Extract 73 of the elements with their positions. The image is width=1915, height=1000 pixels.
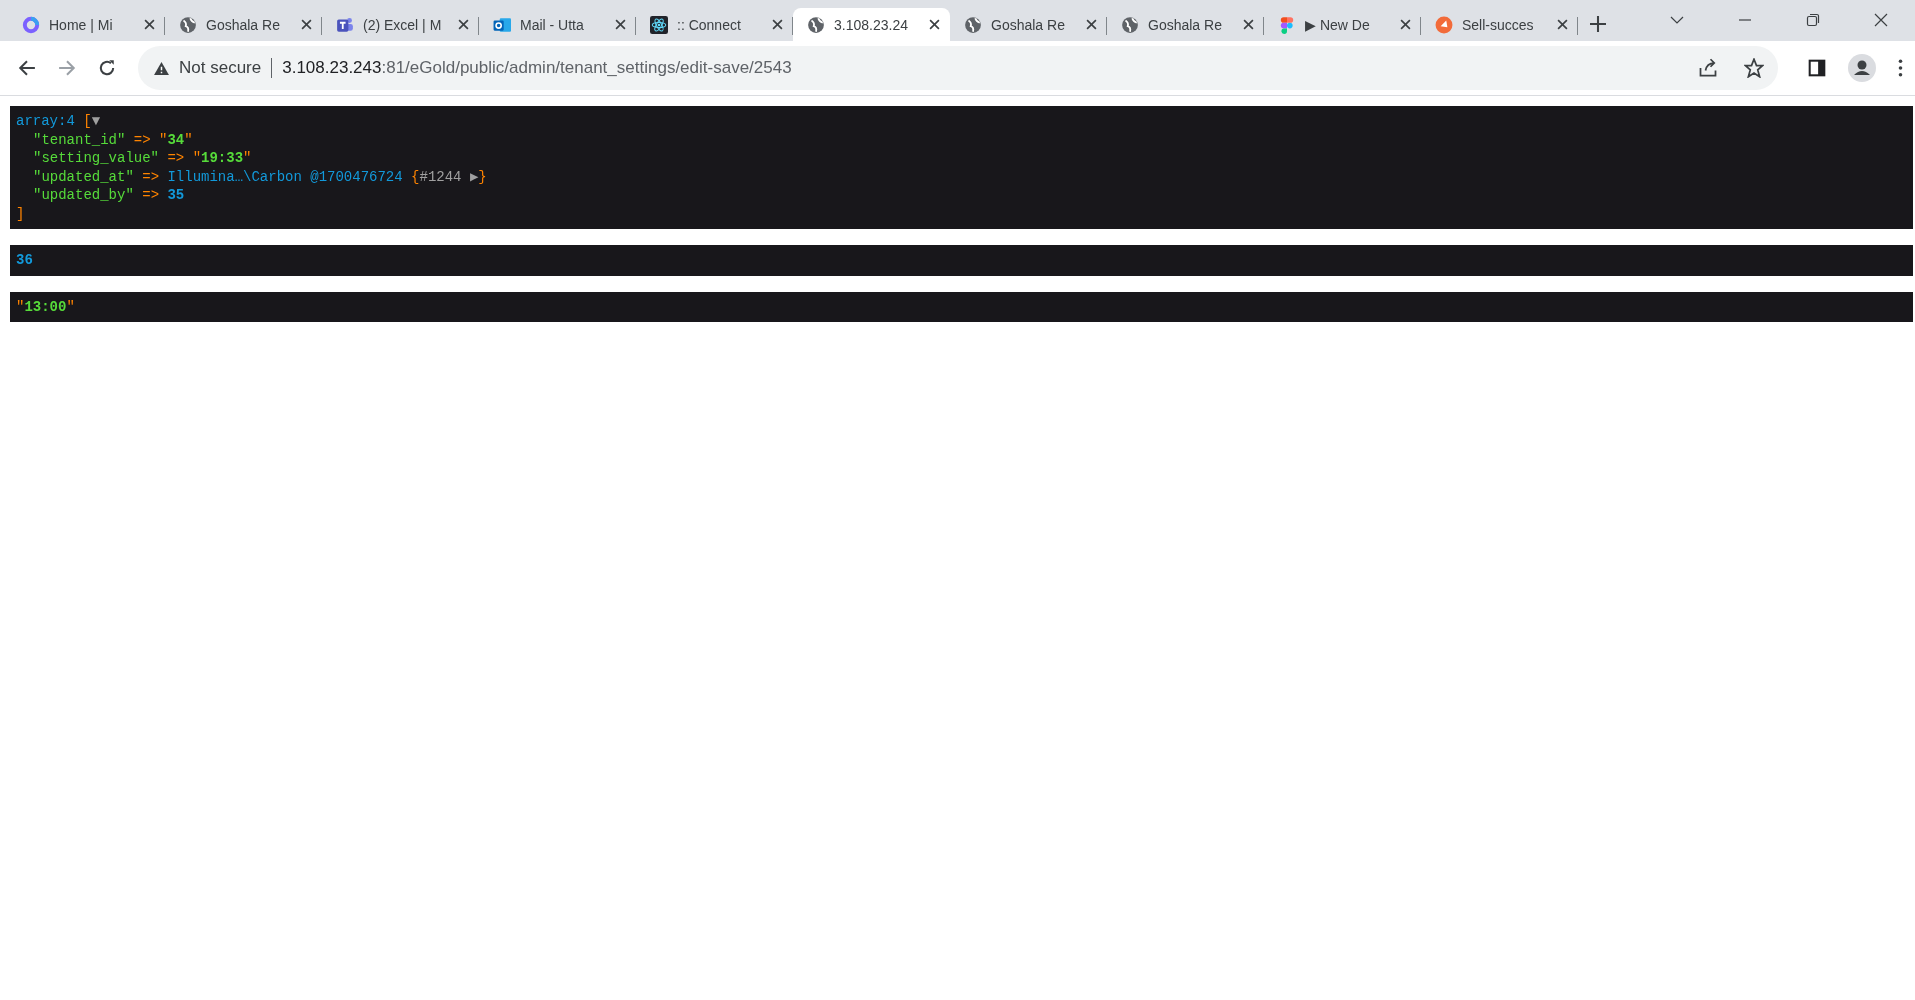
array-key: "setting_value" (33, 149, 160, 168)
toggle-arrow[interactable]: ▶ (469, 167, 479, 186)
people-icon (336, 15, 354, 34)
bracket: " (243, 149, 252, 168)
browser-tab[interactable]: 3.108.23.24 (793, 8, 950, 41)
close-icon[interactable] (458, 19, 469, 30)
restore-icon[interactable] (1806, 13, 1820, 27)
bracket: { (411, 167, 420, 186)
number-value: 35 (167, 186, 185, 205)
close-icon[interactable] (301, 19, 312, 30)
browser-tab[interactable]: :: Connect (636, 8, 793, 41)
atom-icon (650, 15, 668, 34)
type-label: array:4 (16, 112, 76, 131)
browser-tab[interactable]: (2) Excel | M (322, 8, 479, 41)
browser-tab[interactable]: Mail - Utta (479, 8, 636, 41)
circle-icon (1435, 15, 1453, 34)
mail-icon (493, 15, 511, 34)
arrow-operator: => (141, 186, 161, 205)
bracket: [ (83, 112, 92, 131)
close-icon[interactable] (615, 19, 626, 30)
string-value: 34 (167, 130, 185, 149)
browser-tab[interactable]: Goshala Re (950, 8, 1107, 41)
back-icon[interactable] (18, 59, 36, 77)
forward-icon[interactable] (58, 59, 76, 77)
bracket: " (159, 130, 168, 149)
class-name: Illumina…\Carbon @1700476724 (167, 167, 404, 186)
menu-icon[interactable] (1898, 59, 1903, 77)
bracket: ] (16, 204, 25, 223)
address-bar[interactable]: Not secure 3.108.23.243:81/eGold/public/admin/tenant_settings/edit-save/2543 (138, 46, 1778, 90)
globe-icon (964, 15, 982, 34)
bracket: " (16, 297, 25, 316)
arrow-operator: => (166, 149, 186, 168)
close-icon[interactable] (144, 19, 155, 30)
close-icon[interactable] (772, 19, 783, 30)
security-label: Not secure (179, 58, 262, 78)
bracket: " (192, 149, 202, 168)
globe-icon (807, 15, 825, 34)
url-text: 3.108.23.243:81/eGold/public/admin/tenant_settings/edit-save/2543 (282, 58, 792, 78)
browser-tab[interactable]: Goshala Re (1107, 8, 1264, 41)
number-value: 36 (16, 251, 33, 270)
close-icon[interactable] (1243, 19, 1254, 30)
object-ref: #1244 (419, 167, 463, 186)
close-icon[interactable] (1557, 19, 1568, 30)
ring-icon (22, 15, 40, 34)
sidebar-icon[interactable] (1808, 59, 1826, 77)
bracket: " (184, 130, 193, 149)
new-tab-icon[interactable] (1590, 16, 1606, 32)
array-key: "updated_by" (33, 186, 134, 205)
arrow-operator: => (141, 167, 161, 186)
star-icon[interactable] (1744, 58, 1764, 78)
toggle-arrow[interactable]: ▼ (91, 112, 101, 131)
bracket: " (66, 297, 75, 316)
browser-tab[interactable]: Goshala Re (165, 8, 322, 41)
shapes-icon (1278, 15, 1296, 34)
string-value: 19:33 (201, 149, 244, 168)
close-icon[interactable] (1086, 19, 1097, 30)
array-key: "updated_at" (33, 167, 134, 186)
browser-tab[interactable]: ▶ New De (1264, 8, 1421, 41)
close-icon[interactable] (1400, 19, 1411, 30)
arrow-operator: => (132, 130, 152, 149)
browser-tab[interactable]: Home | Mi (8, 8, 165, 41)
globe-icon (1121, 15, 1139, 34)
bracket: } (478, 167, 487, 186)
share-icon[interactable] (1698, 58, 1718, 78)
warning-icon (154, 61, 169, 75)
globe-icon (179, 15, 197, 34)
profile-icon[interactable] (1848, 54, 1876, 82)
close-icon[interactable] (929, 19, 940, 30)
browser-tab[interactable]: Sell-succes (1421, 8, 1578, 41)
string-value: 13:00 (24, 297, 67, 316)
array-key: "tenant_id" (33, 130, 126, 149)
reload-icon[interactable] (98, 59, 116, 77)
close-icon[interactable] (1874, 13, 1888, 27)
